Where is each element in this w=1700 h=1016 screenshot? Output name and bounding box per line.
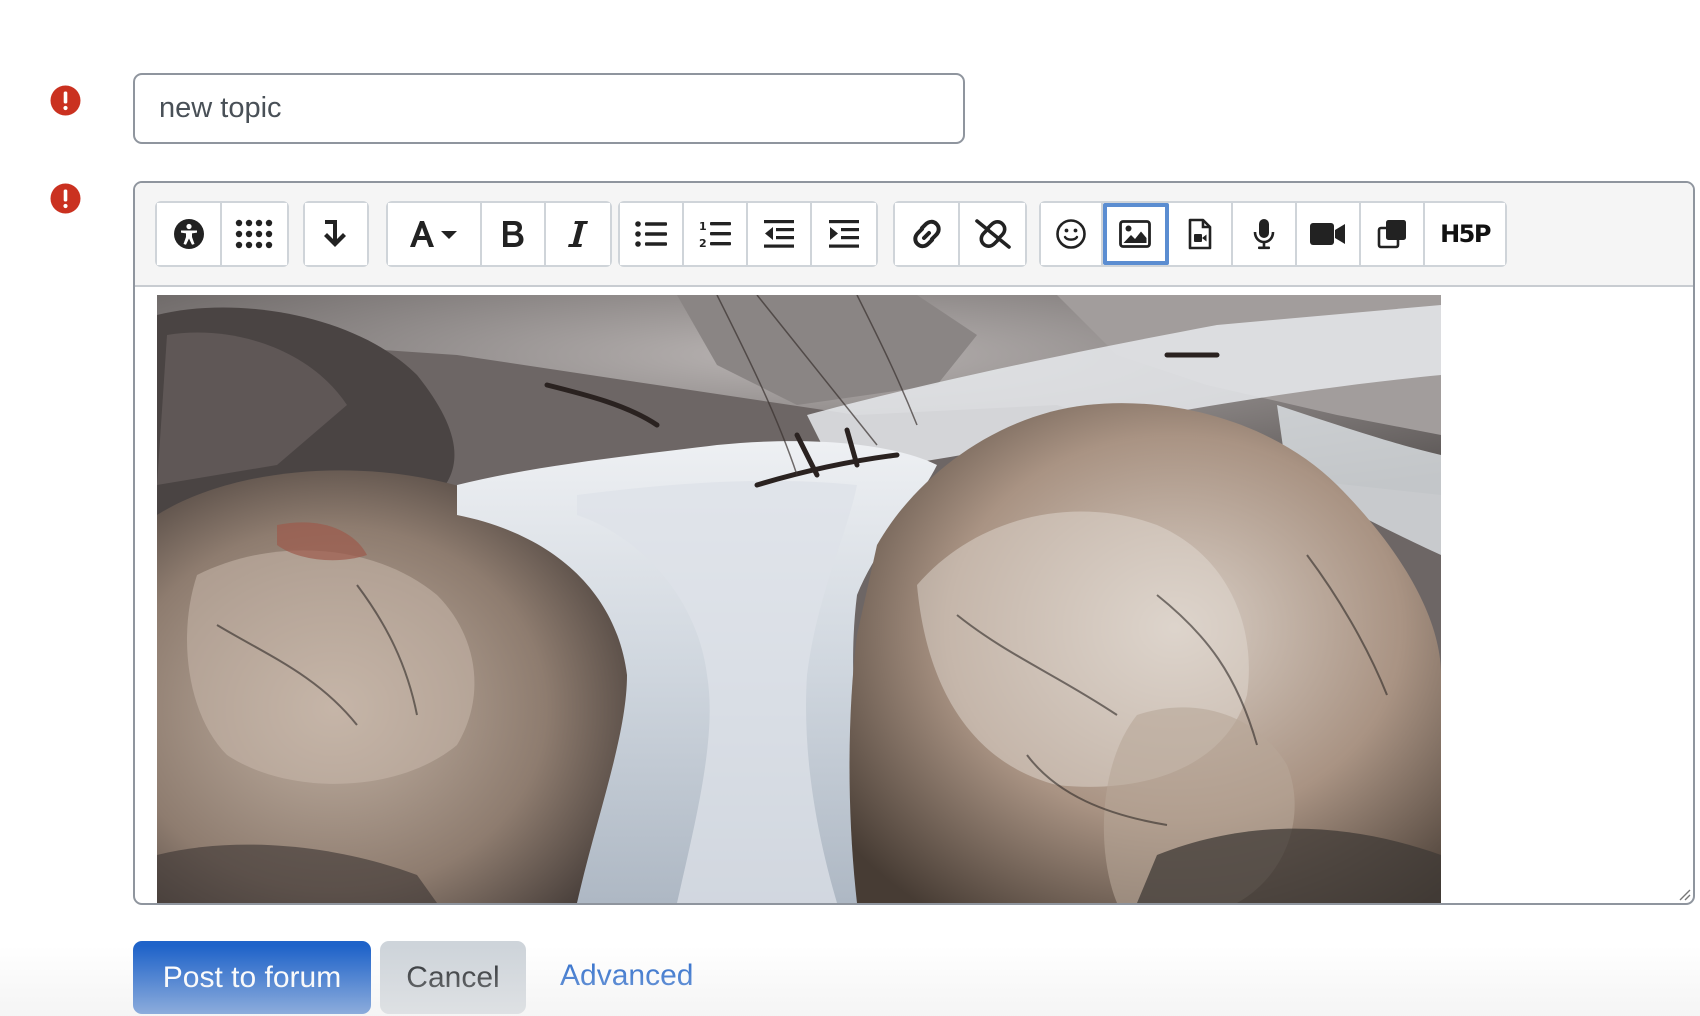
unlink-icon	[974, 219, 1011, 249]
screenreader-helper-button[interactable]	[305, 203, 367, 265]
cancel-button[interactable]: Cancel	[380, 941, 526, 1014]
insert-image-icon	[1119, 220, 1151, 248]
resize-handle-icon[interactable]	[1675, 885, 1691, 901]
unordered-list-icon	[635, 221, 667, 247]
svg-text:2: 2	[699, 237, 707, 249]
h5p-button[interactable]: H5P	[1425, 203, 1505, 265]
toolbar-group-text-style	[386, 201, 612, 267]
toolbar-group-media: H5P	[1039, 201, 1507, 267]
ordered-list-icon: 1 2	[699, 220, 731, 249]
indent-button[interactable]	[812, 203, 876, 265]
italic-button[interactable]	[546, 203, 610, 265]
insert-media-icon	[1188, 218, 1212, 250]
accessibility-checker-icon	[173, 219, 204, 249]
indent-icon	[829, 220, 859, 248]
show-more-buttons-button[interactable]	[222, 203, 287, 265]
font-color-icon	[410, 221, 457, 247]
post-to-forum-button[interactable]: Post to forum	[133, 941, 371, 1014]
outdent-icon	[764, 220, 794, 248]
font-color-button[interactable]	[388, 203, 482, 265]
editor-toolbar: 1 2 H5P	[135, 183, 1693, 287]
unlink-button[interactable]	[960, 203, 1025, 265]
toolbar-group-screenreader	[303, 201, 369, 267]
outdent-button[interactable]	[748, 203, 812, 265]
bold-button[interactable]	[482, 203, 546, 265]
ordered-list-button[interactable]: 1 2	[684, 203, 748, 265]
editor-content-area[interactable]	[157, 295, 1441, 903]
advanced-link[interactable]: Advanced	[560, 959, 693, 993]
accessibility-checker-button[interactable]	[157, 203, 222, 265]
emoji-button[interactable]	[1041, 203, 1103, 265]
insert-media-button[interactable]	[1169, 203, 1233, 265]
bold-icon	[503, 221, 524, 247]
manage-files-button[interactable]	[1361, 203, 1425, 265]
svg-text:1: 1	[699, 220, 707, 233]
italic-icon	[568, 221, 588, 247]
manage-files-icon	[1377, 220, 1406, 249]
required-exclamation-icon	[50, 85, 81, 116]
h5p-icon: H5P	[1440, 220, 1491, 248]
message-editor[interactable]: 1 2 H5P	[133, 181, 1695, 905]
insert-image-button[interactable]	[1103, 203, 1169, 265]
record-audio-button[interactable]	[1233, 203, 1297, 265]
unordered-list-button[interactable]	[620, 203, 684, 265]
record-audio-icon	[1253, 219, 1275, 250]
record-video-icon	[1310, 223, 1345, 245]
link-icon	[912, 219, 941, 249]
emoji-icon	[1056, 219, 1086, 249]
toolbar-group-accessibility	[155, 201, 289, 267]
link-button[interactable]	[895, 203, 960, 265]
show-more-buttons-icon	[235, 219, 272, 249]
record-video-button[interactable]	[1297, 203, 1361, 265]
toolbar-group-lists: 1 2	[618, 201, 878, 267]
required-exclamation-icon	[50, 183, 81, 214]
subject-input[interactable]	[133, 73, 965, 144]
waterfall-photo	[157, 295, 1441, 903]
screenreader-helper-icon	[324, 220, 346, 247]
toolbar-group-links	[893, 201, 1027, 267]
